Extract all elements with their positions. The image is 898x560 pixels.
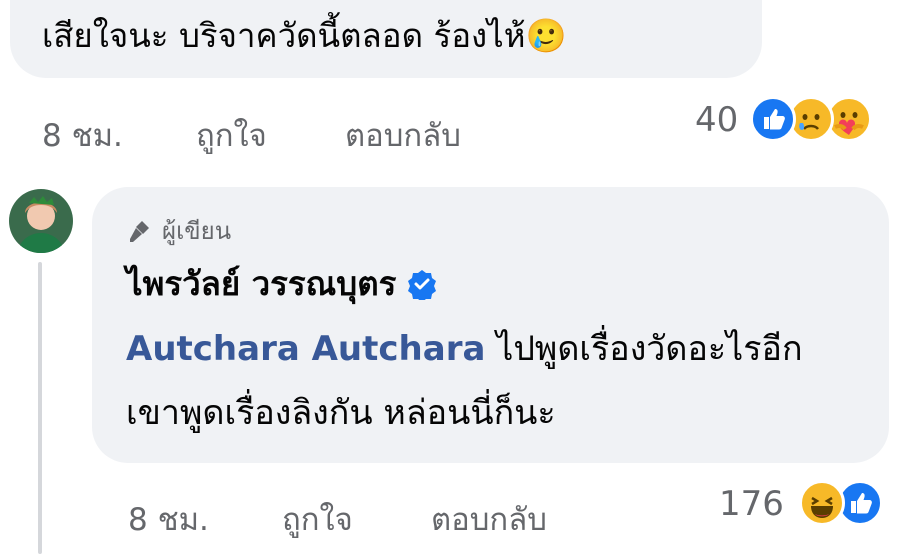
author-badge: ผู้เขียน [126, 211, 231, 250]
reply-text: Autchara Autchara ไปพูดเรื่องวัดอะไรอีก … [126, 317, 866, 445]
author-name-row: ไพรวัลย์ วรรณบุตร [126, 257, 438, 310]
haha-icon [799, 480, 845, 526]
author-name[interactable]: ไพรวัลย์ วรรณบุตร [126, 257, 396, 310]
thread-line [38, 262, 42, 554]
microphone-icon [130, 220, 149, 242]
avatar[interactable] [9, 189, 73, 253]
comment-bubble: เสียใจนะ บริจาควัดนี้ตลอด ร้องไห้🥲 [10, 0, 762, 78]
like-button[interactable]: ถูกใจ [196, 110, 267, 160]
reaction-count[interactable]: 40 [695, 100, 738, 140]
comment-text: เสียใจนะ บริจาควัดนี้ตลอด ร้องไห้🥲 [42, 16, 567, 55]
reply-reaction-count[interactable]: 176 [719, 484, 784, 524]
mention-link[interactable]: Autchara Autchara [126, 329, 485, 369]
like-icon [750, 96, 796, 142]
reply-like-button[interactable]: ถูกใจ [282, 494, 353, 544]
reply-time[interactable]: 8 ชม. [128, 494, 209, 544]
reply-reply-button[interactable]: ตอบกลับ [431, 494, 547, 544]
comment-time[interactable]: 8 ชม. [42, 110, 123, 160]
author-badge-label: ผู้เขียน [162, 217, 232, 245]
reply-bubble: ผู้เขียน ไพรวัลย์ วรรณบุตร Autchara Autc… [92, 187, 889, 463]
reply-button[interactable]: ตอบกลับ [345, 110, 461, 160]
verified-badge-icon [408, 269, 437, 300]
